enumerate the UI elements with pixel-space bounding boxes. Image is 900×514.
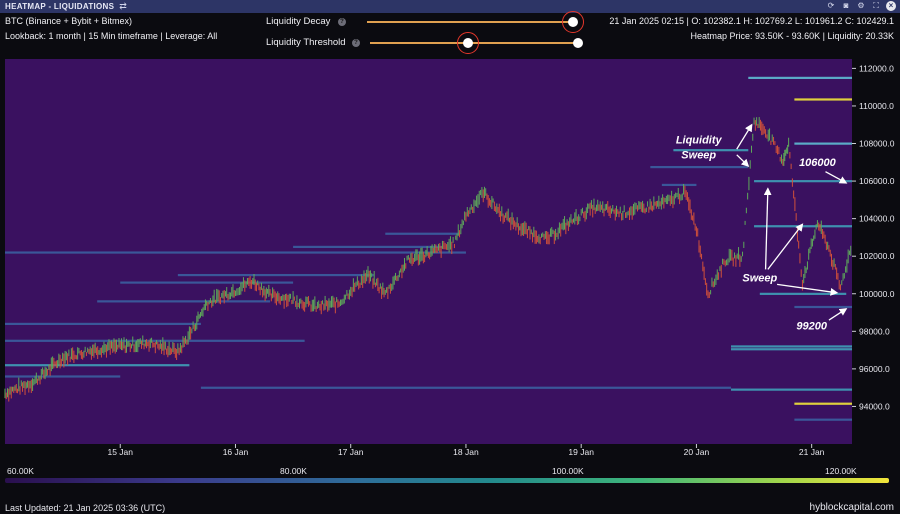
y-axis-tick-label: 104000.0	[859, 214, 895, 224]
threshold-min-knob[interactable]	[463, 38, 473, 48]
y-axis-tick-label: 94000.0	[859, 401, 890, 411]
annotation-label: Liquidity	[676, 135, 723, 147]
y-axis-tick-label: 112000.0	[859, 63, 894, 73]
y-axis-tick-label: 108000.0	[859, 139, 895, 149]
x-axis-tick-label: 18 Jan	[453, 447, 479, 457]
x-axis-tick-label: 21 Jan	[799, 447, 825, 457]
window-title: HEATMAP - LIQUIDATIONS	[5, 2, 115, 11]
liquidity-level-band	[650, 165, 749, 169]
liquidation-heatmap-chart[interactable]: 94000.0 96000.0 98000.0 100000.0 102000.0 104…	[0, 57, 900, 461]
liquidity-level-band	[177, 273, 374, 277]
y-axis-tick-label: 102000.0	[859, 251, 895, 261]
liquidity-level-band	[731, 348, 852, 351]
liquidity-colorbar	[5, 478, 889, 483]
last-updated: Last Updated: 21 Jan 2025 03:36 (UTC)	[5, 503, 166, 513]
x-axis-tick-label: 17 Jan	[338, 447, 364, 457]
help-icon[interactable]: ?	[352, 39, 360, 47]
liquidity-level-band	[794, 98, 852, 101]
heatmap-price-info: Heatmap Price: 93.50K - 93.60K | Liquidi…	[690, 31, 894, 41]
liquidity-level-band	[293, 245, 443, 249]
liquidity-level-band	[120, 281, 294, 284]
liquidity-level-band	[661, 183, 697, 187]
window-titlebar: HEATMAP - LIQUIDATIONS ⇄ ⟳ ◙ ⚙ ⛶ ×	[0, 0, 900, 13]
swap-icon[interactable]: ⇄	[119, 1, 127, 12]
liquidity-level-band	[385, 232, 461, 235]
help-icon[interactable]: ?	[338, 18, 346, 26]
liquidity-level-band	[754, 225, 852, 228]
liquidity-level-band	[5, 251, 466, 254]
liquidity-level-band	[794, 418, 852, 421]
liquidity-threshold-label: Liquidity Threshold	[266, 37, 346, 48]
liquidity-level-band	[5, 375, 121, 378]
brand-link[interactable]: hyblockcapital.com	[810, 502, 894, 513]
liquidity-level-band	[731, 388, 852, 391]
annotation-label: 106000	[799, 157, 837, 169]
fullscreen-icon[interactable]: ⛶	[871, 1, 881, 11]
liquidity-level-band	[200, 386, 731, 389]
liquidity-level-band	[731, 345, 852, 348]
liquidity-level-band	[794, 305, 852, 309]
x-axis-tick-label: 20 Jan	[684, 447, 710, 457]
liquidity-level-band	[754, 180, 852, 183]
refresh-icon[interactable]: ⟳	[826, 1, 836, 11]
colorbar-tick: 100.00K	[552, 466, 584, 476]
annotation-label: Sweep	[742, 273, 777, 285]
colorbar-tick: 80.00K	[280, 466, 307, 476]
liquidity-level-band	[5, 364, 190, 367]
liquidity-level-band	[794, 402, 852, 405]
x-axis-tick-label: 19 Jan	[568, 447, 594, 457]
liquidity-level-band	[794, 142, 852, 145]
y-axis-tick-label: 96000.0	[859, 364, 890, 374]
liquidity-level-band	[5, 339, 305, 342]
x-axis-tick-label: 16 Jan	[223, 447, 249, 457]
colorbar-tick: 120.00K	[825, 466, 857, 476]
liquidity-level-band	[759, 292, 847, 295]
y-axis-tick-label: 106000.0	[859, 176, 895, 186]
y-axis-tick-label: 110000.0	[859, 101, 894, 111]
annotation-label: Sweep	[681, 150, 716, 162]
annotation-label: 99200	[796, 320, 827, 332]
x-axis-tick-label: 15 Jan	[107, 447, 133, 457]
liquidity-decay-slider[interactable]	[367, 21, 575, 23]
threshold-max-knob[interactable]	[573, 38, 583, 48]
colorbar-tick: 60.00K	[7, 466, 34, 476]
settings-icon[interactable]: ⚙	[856, 1, 866, 11]
exchange-info: BTC (Binance + Bybit + Bitmex)	[5, 16, 133, 26]
close-icon[interactable]: ×	[886, 1, 896, 11]
liquidity-level-band	[5, 322, 201, 326]
liquidity-level-band	[97, 300, 271, 303]
lookback-info: Lookback: 1 month | 15 Min timeframe | L…	[5, 31, 218, 41]
liquidity-decay-knob[interactable]	[568, 17, 578, 27]
y-axis-tick-label: 100000.0	[859, 289, 895, 299]
y-axis-tick-label: 98000.0	[859, 326, 890, 336]
titlebar-actions: ⟳ ◙ ⚙ ⛶ ×	[826, 1, 896, 11]
liquidity-level-band	[748, 76, 852, 79]
camera-icon[interactable]: ◙	[841, 1, 851, 11]
ohlc-info: 21 Jan 2025 02:15 | O: 102382.1 H: 10276…	[609, 16, 894, 26]
liquidity-decay-label: Liquidity Decay	[266, 16, 331, 27]
